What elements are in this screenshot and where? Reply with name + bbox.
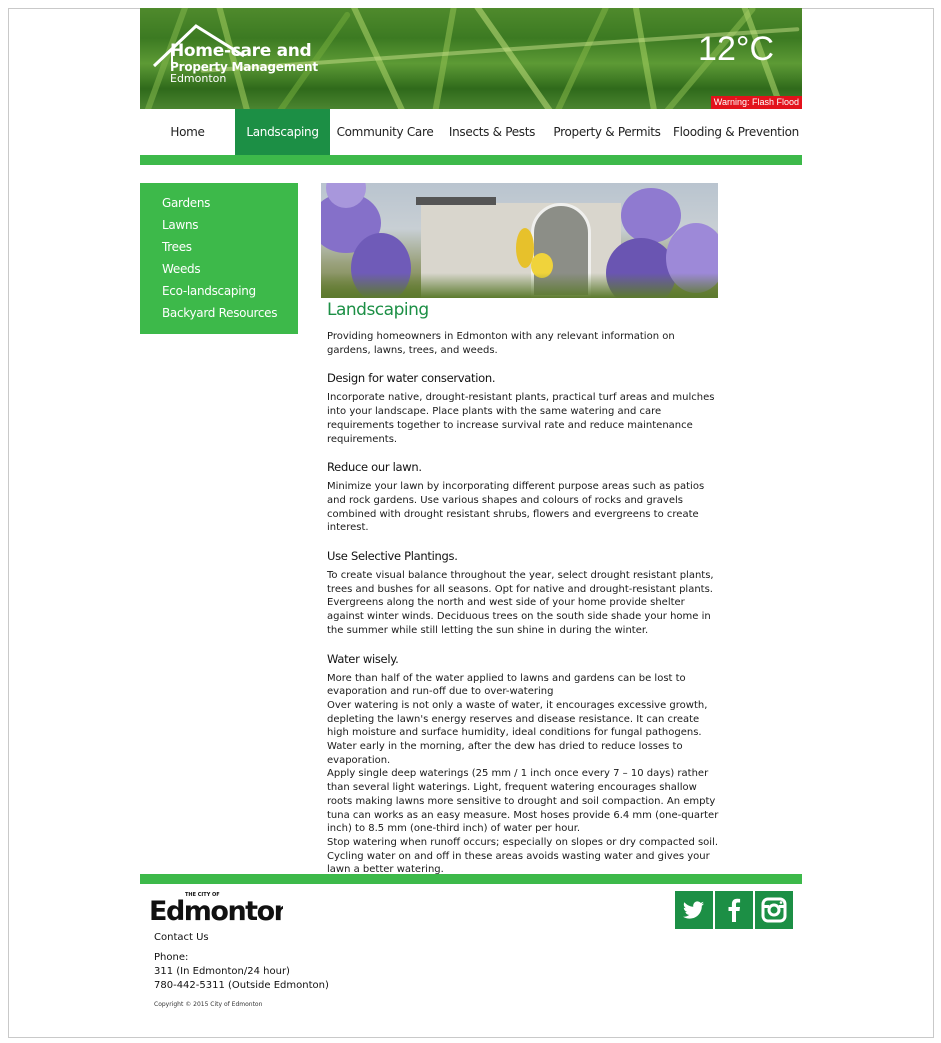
nav-item-home[interactable]: Home bbox=[140, 109, 235, 155]
facebook-button[interactable] bbox=[715, 891, 753, 929]
sidebar: Gardens Lawns Trees Weeds Eco-landscapin… bbox=[140, 183, 298, 334]
phone-info: Phone: 311 (In Edmonton/24 hour) 780-442… bbox=[154, 951, 329, 993]
section-heading-selective-plantings: Use Selective Plantings. bbox=[327, 549, 458, 564]
sidebar-item-backyard-resources[interactable]: Backyard Resources bbox=[162, 302, 298, 324]
section-heading-water-conservation: Design for water conservation. bbox=[327, 371, 496, 386]
temperature-readout: 12°C bbox=[698, 30, 774, 68]
logo-city: Edmonton bbox=[170, 72, 227, 85]
water-wisely-paragraph: More than half of the water applied to l… bbox=[327, 672, 686, 698]
instagram-button[interactable] bbox=[755, 891, 793, 929]
water-wisely-paragraph: Over watering is not only a waste of wat… bbox=[327, 699, 708, 739]
page-title: Landscaping bbox=[327, 300, 429, 320]
nav-item-flooding-prevention[interactable]: Flooding & Prevention bbox=[670, 109, 802, 155]
nav-divider bbox=[140, 155, 802, 165]
weather-warning-badge[interactable]: Warning: Flash Flood bbox=[710, 96, 802, 109]
sidebar-item-weeds[interactable]: Weeds bbox=[162, 258, 298, 280]
sidebar-item-gardens[interactable]: Gardens bbox=[162, 192, 298, 214]
instagram-icon bbox=[761, 897, 787, 923]
nav-item-property-permits[interactable]: Property & Permits bbox=[544, 109, 670, 155]
water-wisely-paragraph: Apply single deep waterings (25 mm / 1 i… bbox=[327, 768, 719, 835]
twitter-button[interactable] bbox=[675, 891, 713, 929]
main-content: Landscaping Providing homeowners in Edmo… bbox=[327, 300, 719, 877]
water-wisely-paragraph: Water early in the morning, after the de… bbox=[327, 741, 683, 766]
main-nav: Home Landscaping Community Care Insects … bbox=[140, 109, 802, 155]
facebook-icon bbox=[728, 898, 741, 922]
water-wisely-paragraph: Stop watering when runoff occurs; especi… bbox=[327, 836, 719, 876]
logo-title: Home-care and bbox=[170, 41, 312, 61]
twitter-icon bbox=[683, 901, 704, 919]
section-body-water-conservation: Incorporate native, drought-resistant pl… bbox=[327, 392, 715, 445]
section-body-reduce-lawn: Minimize your lawn by incorporating diff… bbox=[327, 481, 705, 534]
section-heading-reduce-lawn: Reduce our lawn. bbox=[327, 460, 422, 475]
hero-image-iris-garden bbox=[321, 183, 718, 298]
section-heading-water-wisely: Water wisely. bbox=[327, 651, 399, 666]
city-of-edmonton-logo[interactable]: THE CITY OF Edmonton bbox=[149, 886, 293, 930]
sidebar-item-eco-landscaping[interactable]: Eco-landscaping bbox=[162, 280, 298, 302]
intro-text: Providing homeowners in Edmonton with an… bbox=[327, 331, 675, 356]
nav-item-landscaping[interactable]: Landscaping bbox=[235, 109, 330, 155]
contact-us-link[interactable]: Contact Us bbox=[154, 932, 209, 943]
nav-item-insects-pests[interactable]: Insects & Pests bbox=[440, 109, 544, 155]
nav-item-community-care[interactable]: Community Care bbox=[330, 109, 440, 155]
logo-wordmark: Edmonton bbox=[149, 896, 283, 926]
phone-local: 311 (In Edmonton/24 hour) bbox=[154, 966, 290, 977]
footer-divider bbox=[140, 874, 802, 884]
sidebar-item-trees[interactable]: Trees bbox=[162, 236, 298, 258]
header-banner: Home-care and Property Management Edmont… bbox=[140, 8, 802, 109]
sidebar-item-lawns[interactable]: Lawns bbox=[162, 214, 298, 236]
copyright-text: Copyright © 2015 City of Edmonton bbox=[154, 1001, 263, 1008]
phone-label: Phone: bbox=[154, 952, 189, 963]
section-body-selective-plantings: To create visual balance throughout the … bbox=[327, 570, 714, 636]
phone-outside: 780-442-5311 (Outside Edmonton) bbox=[154, 980, 329, 991]
